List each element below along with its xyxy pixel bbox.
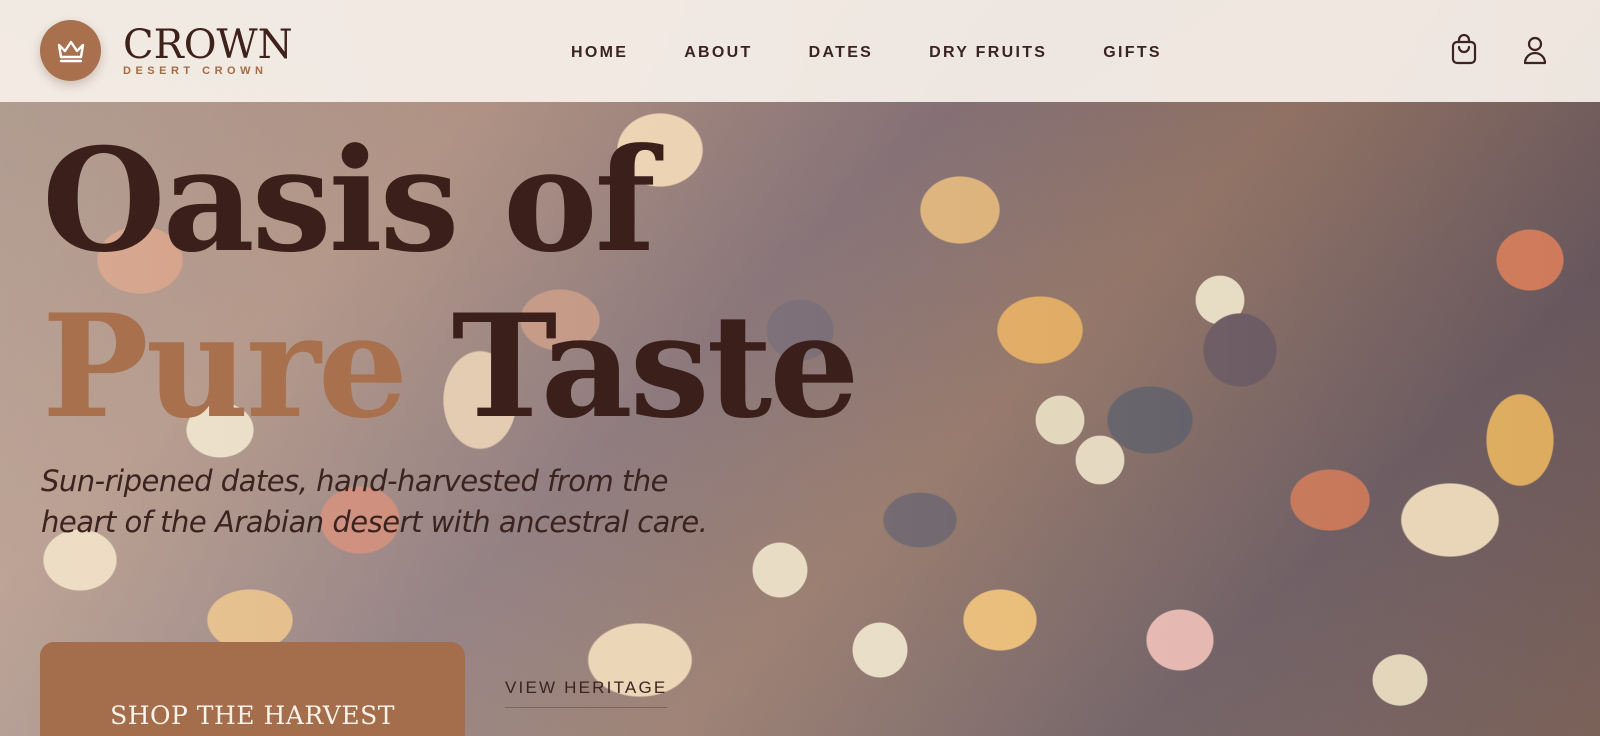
site-header: CROWN DESERT CROWN HOME ABOUT DATES DRY … bbox=[0, 0, 1600, 102]
brand-name: CROWN bbox=[123, 21, 293, 68]
hero-headline: Oasis of Pure Taste bbox=[42, 118, 860, 450]
hero-subtitle: Sun-ripened dates, hand-harvested from t… bbox=[41, 464, 708, 539]
headline-line-2: Pure Taste bbox=[42, 284, 860, 450]
nav-home[interactable]: HOME bbox=[571, 44, 628, 62]
main-nav: HOME ABOUT DATES DRY FRUITS GIFTS bbox=[571, 44, 1162, 62]
crown-icon bbox=[57, 40, 84, 62]
logo-badge bbox=[40, 20, 101, 81]
headline-line-1: Oasis of bbox=[42, 118, 656, 284]
shop-the-harvest-button[interactable]: SHOP THE HARVEST bbox=[40, 642, 465, 736]
user-icon bbox=[1523, 36, 1547, 65]
nav-dates[interactable]: DATES bbox=[809, 44, 874, 62]
account-button[interactable] bbox=[1519, 34, 1551, 66]
nav-dry-fruits[interactable]: DRY FRUITS bbox=[929, 44, 1047, 62]
shopping-bag-icon bbox=[1451, 33, 1477, 65]
view-heritage-link[interactable]: VIEW HERITAGE bbox=[505, 678, 668, 708]
brand-tagline: DESERT CROWN bbox=[123, 64, 268, 77]
brand-logo[interactable]: CROWN DESERT CROWN bbox=[40, 20, 293, 81]
nav-about[interactable]: ABOUT bbox=[684, 44, 752, 62]
nav-gifts[interactable]: GIFTS bbox=[1103, 44, 1162, 62]
headline-rest: Taste bbox=[405, 284, 860, 450]
cart-button[interactable] bbox=[1448, 33, 1480, 66]
headline-accent-word: Pure bbox=[42, 284, 408, 450]
